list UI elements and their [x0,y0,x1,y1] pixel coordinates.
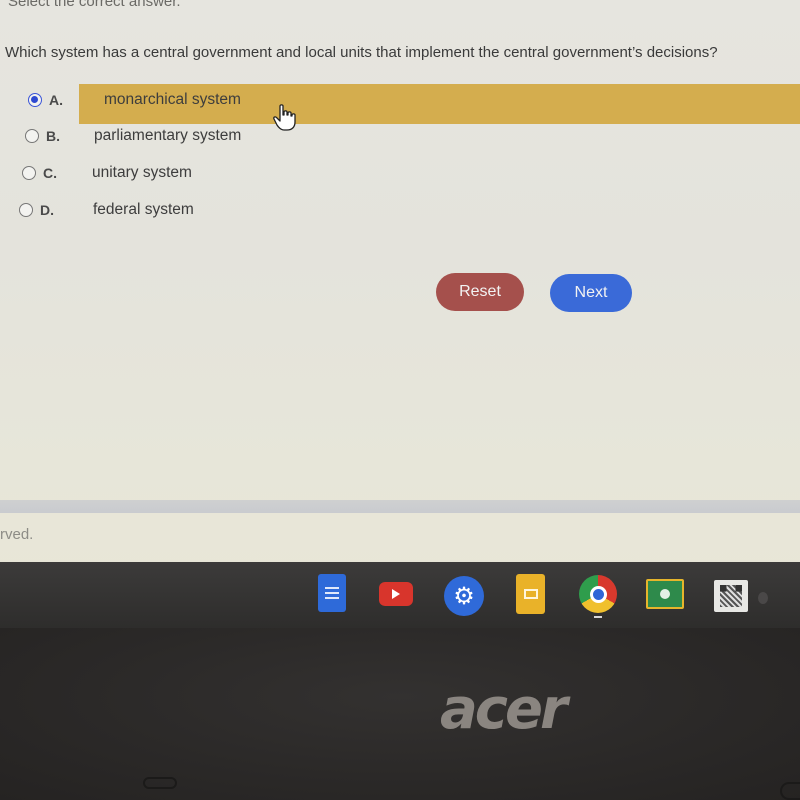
instruction-text: Select the correct answer. [8,0,181,10]
laptop-bezel [0,628,800,800]
settings-icon[interactable]: ⚙ [444,576,484,616]
active-app-indicator [594,616,602,618]
footer-divider [0,500,800,513]
classroom-icon[interactable] [646,579,684,609]
answer-option-c[interactable]: C. unitary system [22,154,192,192]
hinge-left [143,777,177,789]
reset-button[interactable]: Reset [436,273,524,311]
answer-option-a[interactable]: A. monarchical system [28,81,241,119]
answer-option-b[interactable]: B. parliamentary system [25,117,241,155]
screen: Select the correct answer. Which system … [0,0,800,628]
shelf-overflow-dot [758,592,768,604]
copyright-text: rved. [0,526,34,543]
option-text[interactable]: unitary system [92,164,192,182]
youtube-icon[interactable] [379,582,413,606]
slides-icon[interactable] [516,574,545,614]
answer-option-d[interactable]: D. federal system [19,191,194,229]
option-text[interactable]: parliamentary system [94,127,241,145]
docs-icon[interactable] [318,574,346,612]
radio-button-d[interactable] [19,203,33,217]
question-text: Which system has a central government an… [5,44,718,61]
next-button[interactable]: Next [550,274,632,312]
chromeos-shelf: ⚙ [0,562,800,628]
radio-button-b[interactable] [25,129,39,143]
radio-button-a[interactable] [28,93,42,107]
qr-code-icon[interactable] [714,580,748,612]
option-text[interactable]: federal system [93,201,194,219]
hinge-right [780,782,800,800]
chrome-icon[interactable] [579,575,617,613]
option-letter: B. [46,128,60,144]
option-letter: C. [43,165,57,181]
option-text[interactable]: monarchical system [85,91,241,109]
option-letter: D. [40,202,54,218]
radio-button-c[interactable] [22,166,36,180]
brand-logo: acer [440,677,568,742]
option-letter: A. [49,92,63,108]
hand-pointer-cursor-icon [273,104,296,131]
